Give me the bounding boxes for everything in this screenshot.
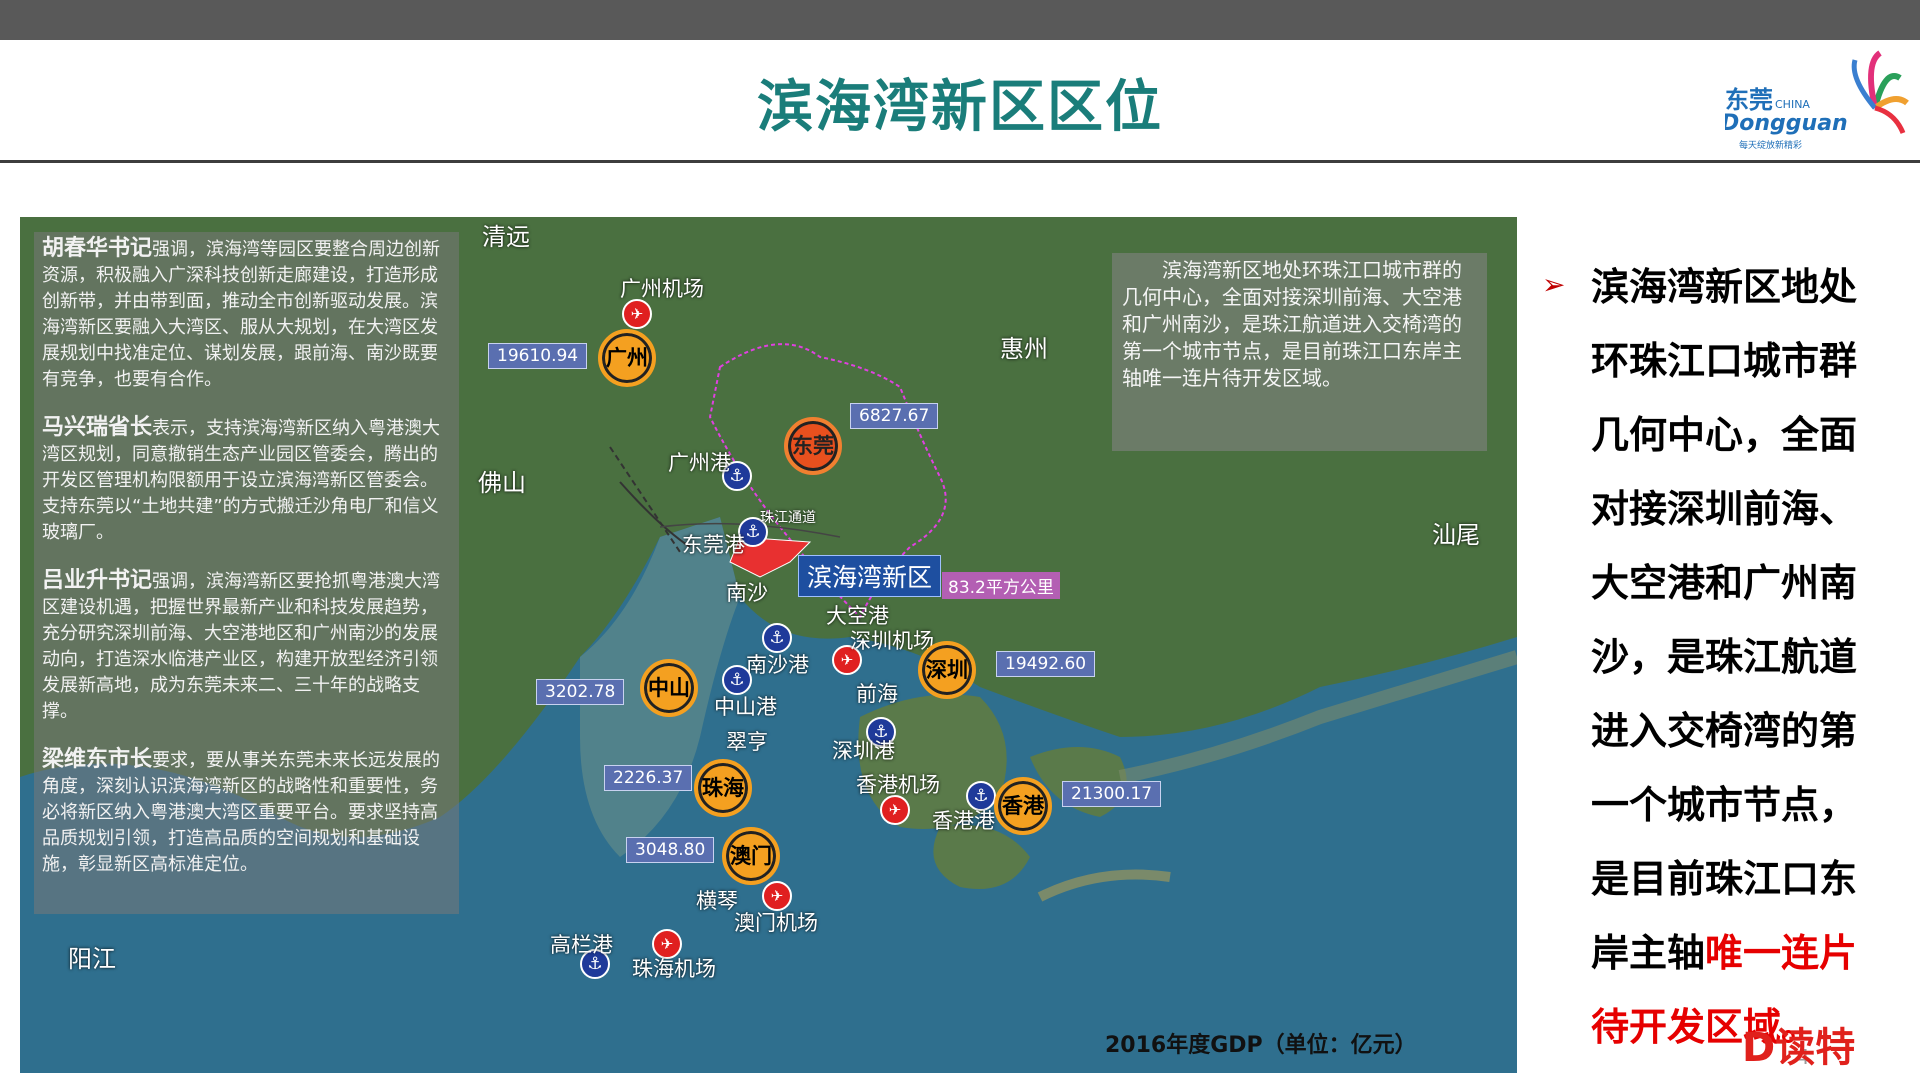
city-guangzhou: 广州	[598, 329, 656, 387]
place-yangjiang: 阳江	[68, 945, 116, 973]
logo-cn: 东莞	[1725, 86, 1773, 114]
location-summary-panel: 滨海湾新区地处环珠江口城市群的几何中心，全面对接深圳前海、大空港和广州南沙，是珠…	[1112, 253, 1487, 451]
city-shenzhen: 深圳	[918, 641, 976, 699]
city-macau: 澳门	[722, 827, 780, 885]
port-nansha: 南沙港	[746, 653, 809, 677]
place-cuiheng: 翠亨	[726, 730, 768, 754]
place-qingyuan: 清远	[482, 223, 530, 251]
zone-area-label: 83.2平方公里	[942, 572, 1060, 599]
airport-icon: ✈	[880, 795, 910, 825]
quote-3: 吕业升书记强调，滨海湾新区要抢抓粤港澳大湾区建设机遇，把握世界最新产业和科技发展…	[42, 568, 451, 725]
pearl-river-channel-label: 珠江通道	[760, 510, 816, 526]
quote-4: 梁维东市长要求，要从事关东莞未来长远发展的角度，深刻认识滨海湾新区的战略性和重要…	[42, 747, 451, 878]
title-divider	[0, 160, 1920, 163]
logo-china: CHINA	[1775, 98, 1810, 111]
page-title: 滨海湾新区区位	[757, 75, 1163, 140]
leaders-quotes-panel: 胡春华书记强调，滨海湾等园区要整合周边创新资源，积极融入广深科技创新走廊建设，打…	[34, 232, 459, 914]
quote-4-speaker: 梁维东市长	[42, 747, 153, 772]
city-zhuhai: 珠海	[694, 759, 752, 817]
airport-guangzhou: 广州机场	[620, 277, 704, 301]
airport-macau: 澳门机场	[734, 911, 818, 935]
quote-1-body: 强调，滨海湾等园区要整合周边创新资源，积极融入广深科技创新走廊建设，打造形成创新…	[42, 239, 441, 390]
place-foshan: 佛山	[478, 469, 526, 497]
place-nansha: 南沙	[726, 581, 768, 605]
place-shanwei: 汕尾	[1432, 521, 1480, 549]
watermark-logo: D读特	[1742, 1025, 1856, 1071]
airport-hongkong: 香港机场	[856, 773, 940, 797]
port-hongkong: 香港港	[932, 809, 995, 833]
bullet-arrow-icon: ➢	[1542, 268, 1566, 301]
gdp-macau: 3048.80	[626, 837, 715, 863]
bullet-text: 滨海湾新区地处环珠江口城市群几何中心，全面对接深圳前海、大空港和广州南沙，是珠江…	[1591, 265, 1858, 975]
quote-1-speaker: 胡春华书记	[42, 236, 153, 261]
logo-en: Dongguan	[1725, 111, 1848, 136]
airport-shenzhen: 深圳机场	[850, 629, 934, 653]
satellite-map: 胡春华书记强调，滨海湾等园区要整合周边创新资源，积极融入广深科技创新走廊建设，打…	[20, 217, 1517, 1073]
zone-name-label: 滨海湾新区	[798, 555, 942, 597]
quote-3-speaker: 吕业升书记	[42, 568, 153, 593]
top-bar	[0, 0, 1920, 40]
port-zhongshan: 中山港	[714, 695, 777, 719]
map-caption: 2016年度GDP（单位：亿元）	[1105, 1033, 1417, 1058]
quote-2-speaker: 马兴瑞省长	[42, 415, 153, 440]
airport-zhuhai: 珠海机场	[632, 957, 716, 981]
gdp-zhongshan: 3202.78	[536, 679, 625, 705]
port-guangzhou: 广州港	[668, 451, 731, 475]
airport-icon: ✈	[622, 299, 652, 329]
gdp-hongkong: 21300.17	[1062, 781, 1162, 807]
city-dongguan: 东莞	[784, 417, 842, 475]
city-zhongshan: 中山	[640, 659, 698, 717]
place-huizhou: 惠州	[1000, 335, 1048, 363]
quote-2: 马兴瑞省长表示，支持滨海湾新区纳入粤港澳大湾区规划，同意撤销生态产业园区管委会，…	[42, 415, 451, 546]
gdp-dongguan: 6827.67	[850, 403, 939, 429]
place-hengqin: 横琴	[696, 889, 738, 913]
port-shenzhen: 深圳港	[832, 739, 895, 763]
port-gaolan: 高栏港	[550, 933, 613, 957]
place-qianhai: 前海	[856, 682, 898, 706]
gdp-zhuhai: 2226.37	[604, 765, 693, 791]
gdp-shenzhen: 19492.60	[996, 651, 1096, 677]
city-hongkong: 香港	[994, 777, 1052, 835]
quote-1: 胡春华书记强调，滨海湾等园区要整合周边创新资源，积极融入广深科技创新走廊建设，打…	[42, 236, 451, 393]
logo-slogan: 每天绽放新精彩	[1739, 139, 1802, 151]
port-dongguan: 东莞港	[682, 533, 745, 557]
bullet-item: 滨海湾新区地处环珠江口城市群几何中心，全面对接深圳前海、大空港和广州南沙，是珠江…	[1591, 250, 1891, 1064]
dongguan-logo: 东莞 CHINA Dongguan 每天绽放新精彩	[1721, 48, 1910, 158]
quote-3-body: 强调，滨海湾新区要抢抓粤港澳大湾区建设机遇，把握世界最新产业和科技发展趋势，充分…	[42, 571, 441, 722]
gdp-guangzhou: 19610.94	[488, 343, 588, 369]
